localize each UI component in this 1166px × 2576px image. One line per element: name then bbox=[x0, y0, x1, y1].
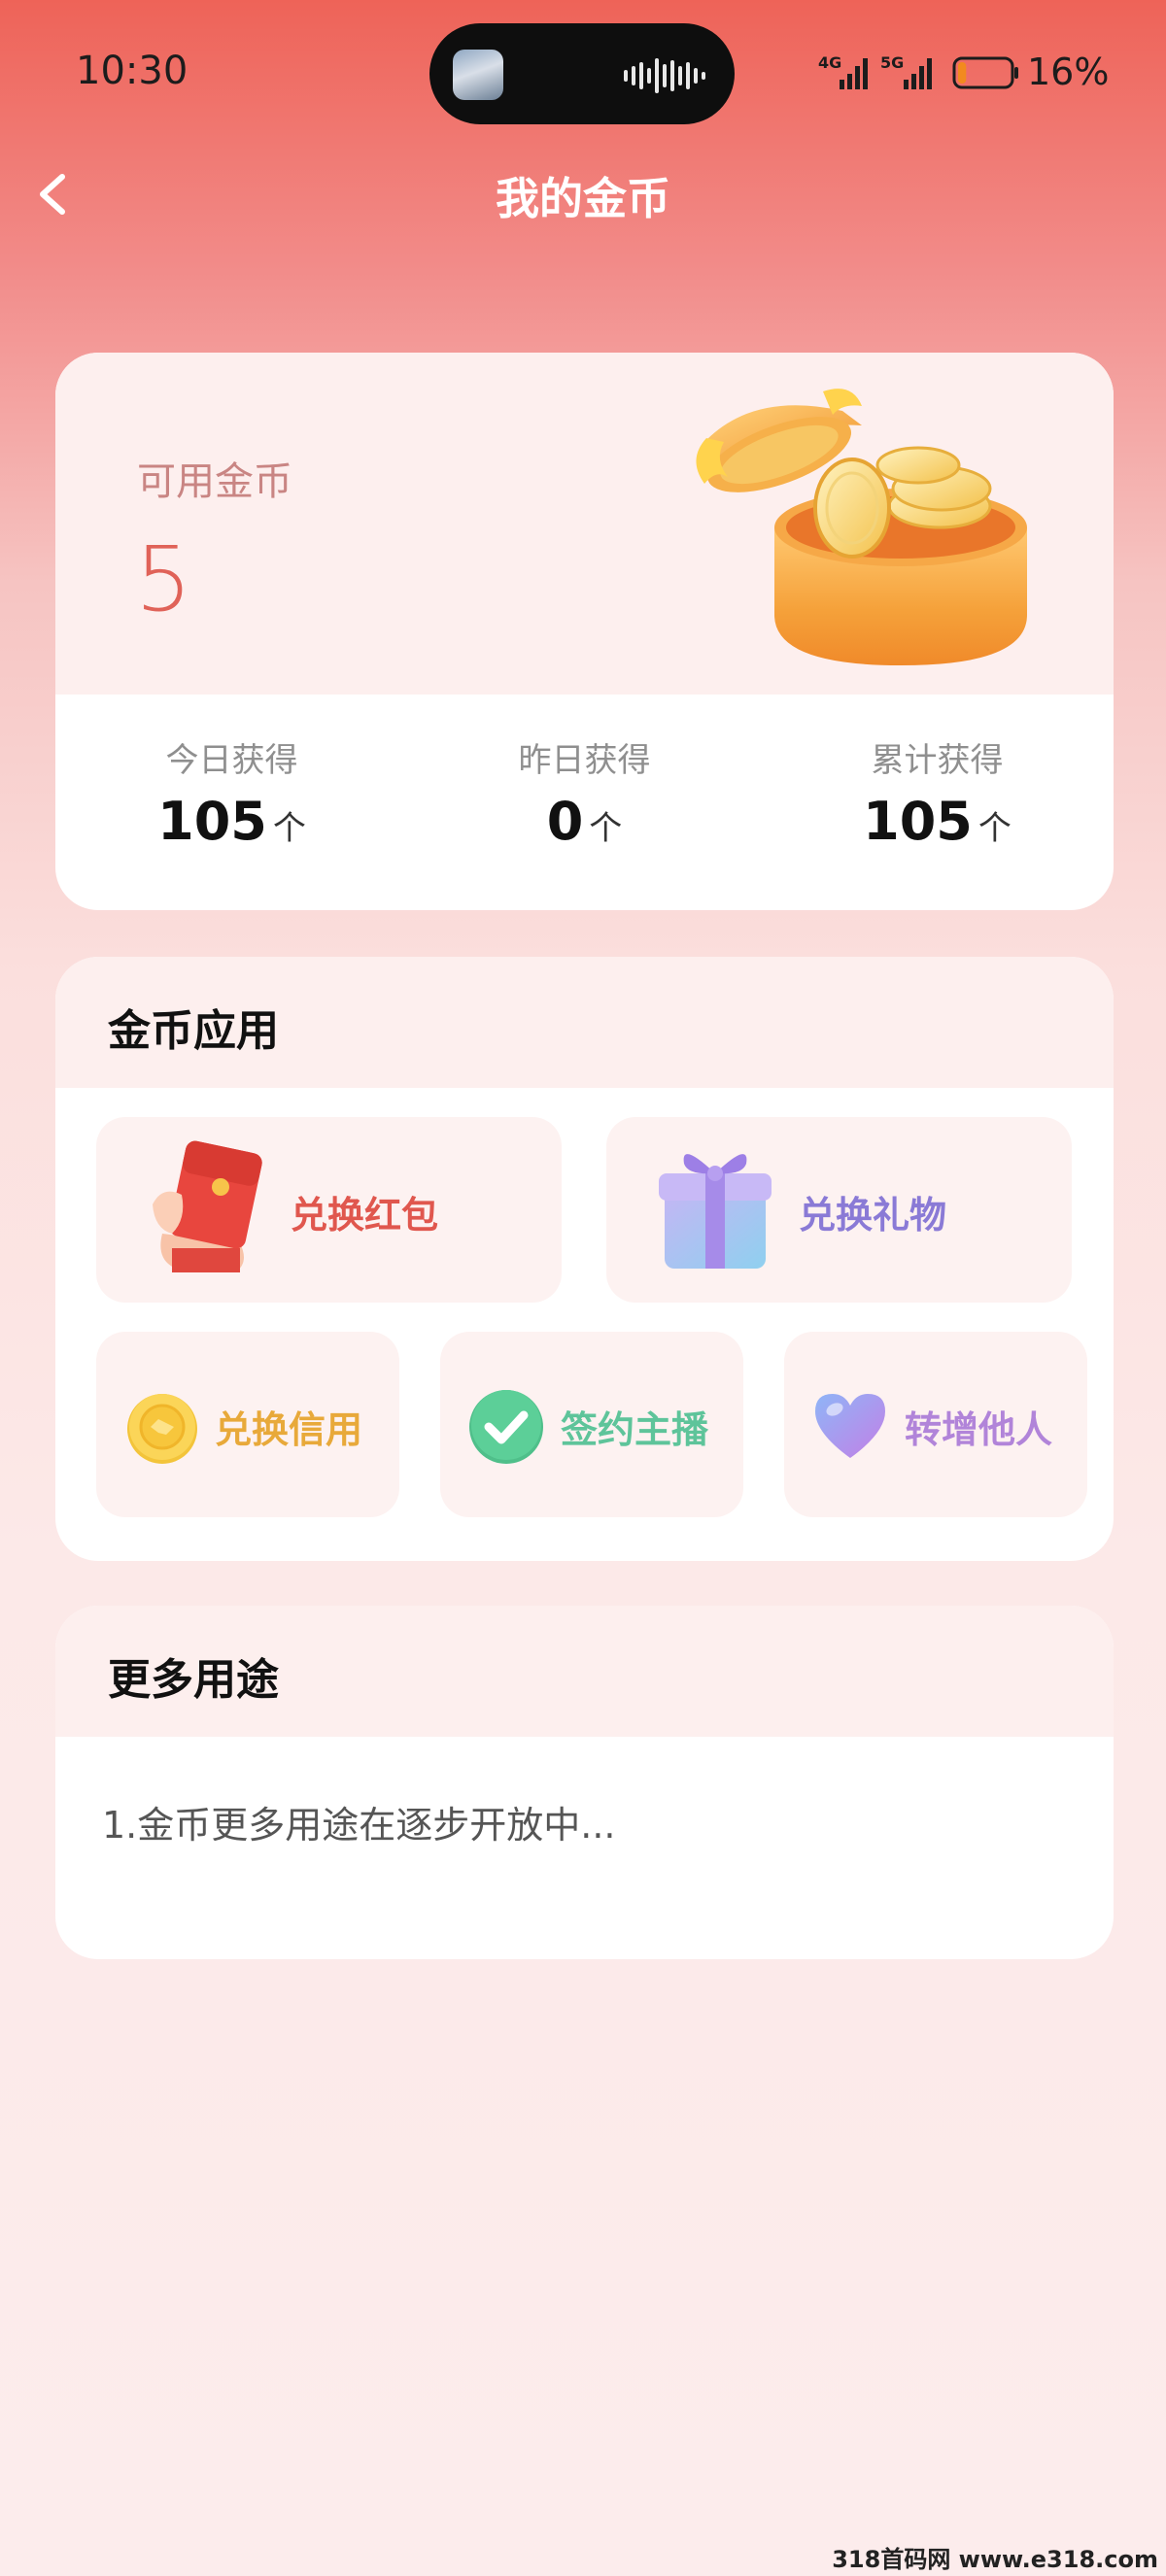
battery-fill bbox=[958, 62, 967, 84]
sign-streamer-label: 签约主播 bbox=[561, 1408, 709, 1451]
more-uses-text: 1.金币更多用途在逐步开放中... bbox=[102, 1804, 616, 1847]
stat-today: 今日获得 105 个 bbox=[55, 695, 408, 910]
exchange-credit-button[interactable]: 兑换信用 bbox=[96, 1332, 399, 1517]
check-circle-icon bbox=[469, 1390, 543, 1464]
battery-percent: 16% bbox=[1027, 51, 1110, 93]
status-bar: 10:30 4G 5G 16% bbox=[0, 0, 1166, 146]
stat-yesterday-unit: 个 bbox=[589, 809, 623, 848]
exchange-gift-button[interactable]: 兑换礼物 bbox=[606, 1117, 1072, 1303]
gold-coin-icon bbox=[127, 1394, 197, 1464]
signal-5g-icon: 5G bbox=[880, 53, 932, 89]
status-time: 10:30 bbox=[76, 49, 189, 93]
media-thumbnail-icon bbox=[453, 50, 503, 100]
stat-total-label: 累计获得 bbox=[871, 741, 1004, 780]
coin-balance-card: 可用金币 5 今日获得 105 个 昨日获得 0 个 累计获得 105 个 bbox=[55, 353, 1114, 910]
exchange-red-envelope-label: 兑换红包 bbox=[291, 1194, 439, 1237]
stat-yesterday-value: 0 bbox=[546, 791, 584, 852]
signal-5g-text: 5G bbox=[880, 53, 904, 72]
more-uses-title: 更多用途 bbox=[108, 1655, 279, 1705]
stat-yesterday: 昨日获得 0 个 bbox=[408, 695, 761, 910]
available-coins-label: 可用金币 bbox=[137, 459, 292, 504]
exchange-red-envelope-button[interactable]: 兑换红包 bbox=[96, 1117, 562, 1303]
more-uses-header: 更多用途 bbox=[55, 1606, 1114, 1737]
exchange-credit-label: 兑换信用 bbox=[215, 1408, 363, 1451]
stat-total: 累计获得 105 个 bbox=[761, 695, 1114, 910]
stat-today-label: 今日获得 bbox=[165, 741, 298, 780]
coin-apps-header: 金币应用 bbox=[55, 957, 1114, 1088]
signal-4g-icon: 4G bbox=[818, 53, 868, 89]
watermark: 318首码网 www.e318.com bbox=[832, 2546, 1158, 2573]
red-envelope-icon bbox=[153, 1140, 262, 1272]
coin-apps-card: 金币应用 兑换红包 兑换礼物 兑换信用 签约主播 转增他人 bbox=[55, 957, 1114, 1561]
more-uses-card: 更多用途 1.金币更多用途在逐步开放中... bbox=[55, 1606, 1114, 1959]
gift-box-icon bbox=[659, 1154, 772, 1269]
heart-icon bbox=[815, 1394, 885, 1458]
available-coins-value: 5 bbox=[135, 527, 192, 631]
exchange-gift-label: 兑换礼物 bbox=[799, 1194, 947, 1237]
coin-apps-title: 金币应用 bbox=[108, 1006, 279, 1056]
coin-stats-row: 今日获得 105 个 昨日获得 0 个 累计获得 105 个 bbox=[55, 695, 1114, 910]
stat-total-value: 105 bbox=[863, 791, 973, 852]
sign-streamer-button[interactable]: 签约主播 bbox=[440, 1332, 743, 1517]
transfer-to-others-button[interactable]: 转增他人 bbox=[784, 1332, 1087, 1517]
stat-today-unit: 个 bbox=[272, 809, 306, 848]
page-title: 我的金币 bbox=[495, 173, 670, 224]
treasure-box-icon bbox=[696, 389, 1027, 665]
battery-icon bbox=[952, 56, 1018, 89]
audio-waveform-icon bbox=[624, 58, 705, 93]
stat-yesterday-label: 昨日获得 bbox=[518, 741, 651, 780]
coin-balance-header: 可用金币 5 bbox=[55, 353, 1114, 695]
signal-4g-text: 4G bbox=[818, 53, 841, 72]
stat-today-value: 105 bbox=[157, 791, 267, 852]
dynamic-island[interactable] bbox=[429, 23, 735, 124]
transfer-to-others-label: 转增他人 bbox=[905, 1408, 1053, 1451]
stat-total-unit: 个 bbox=[977, 809, 1012, 848]
